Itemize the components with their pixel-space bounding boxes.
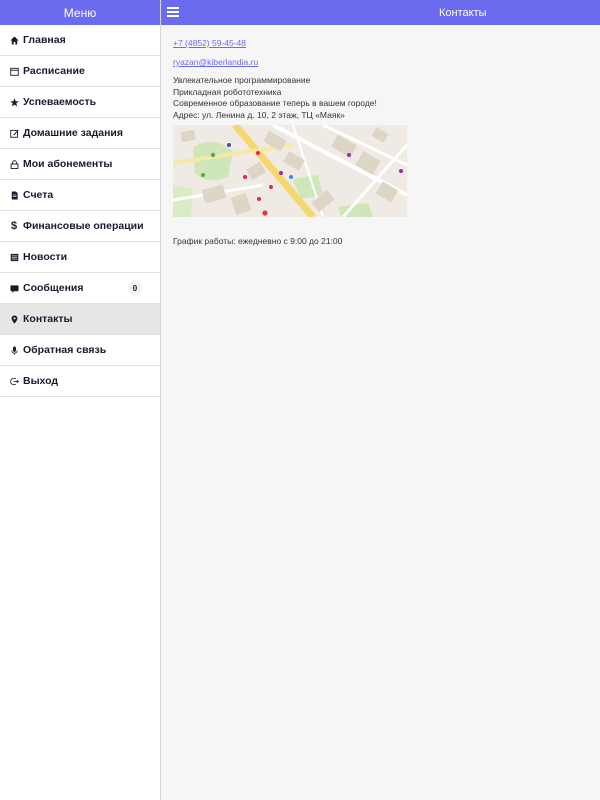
- location-icon: [8, 313, 20, 325]
- sidebar-item-label: Успеваемость: [23, 96, 97, 108]
- star-icon: [8, 96, 20, 108]
- sidebar-item-label: Обратная связь: [23, 344, 107, 356]
- phone-link[interactable]: +7 (4852) 59-45-48: [173, 38, 573, 48]
- sidebar-item-label: Выход: [23, 375, 59, 387]
- sidebar-item-progress[interactable]: Успеваемость: [0, 87, 160, 118]
- messages-count-badge: 0: [128, 281, 142, 295]
- address-line: Адрес: ул. Ленина д. 10, 2 этаж, ТЦ «Мая…: [173, 109, 345, 120]
- schedule-text: График работы: ежедневно с 9:00 до 21:00: [173, 236, 343, 246]
- page-title: Контакты: [439, 7, 487, 19]
- contacts-content: +7 (4852) 59-45-48 ryazan@kiberlandia.ru…: [173, 38, 573, 121]
- sidebar-item-label: Мои абонементы: [23, 158, 113, 170]
- sidebar-item-label: Домашние задания: [23, 127, 124, 139]
- sidebar-item-label: Расписание: [23, 65, 85, 77]
- document-icon: [8, 189, 20, 201]
- main-header: [161, 0, 600, 25]
- message-icon: [8, 282, 20, 294]
- sidebar-item-label: Главная: [23, 34, 66, 46]
- sidebar-item-feedback[interactable]: Обратная связь: [0, 335, 160, 366]
- hamburger-menu-icon[interactable]: [167, 7, 179, 17]
- sidebar-item-label: Финансовые операции: [23, 220, 144, 232]
- sidebar-item-news[interactable]: Новости: [0, 242, 160, 273]
- sidebar-item-label: Сообщения: [23, 282, 84, 294]
- lock-icon: [8, 158, 20, 170]
- sidebar-header: Меню: [0, 0, 160, 25]
- description-lines: Увлекательное программирование Прикладна…: [173, 75, 573, 121]
- sidebar-item-contacts[interactable]: Контакты: [0, 304, 160, 335]
- location-map[interactable]: [173, 125, 407, 217]
- sidebar-item-label: Контакты: [23, 313, 73, 325]
- description-line: Прикладная робототехника: [173, 86, 282, 97]
- description-line: Современное образование теперь в вашем г…: [173, 98, 377, 108]
- sidebar-item-label: Счета: [23, 189, 54, 201]
- home-icon: [8, 34, 20, 46]
- sidebar: Меню Главная Расписание Успеваемость Дом…: [0, 0, 161, 800]
- sidebar-item-home[interactable]: Главная: [0, 25, 160, 56]
- description-line: Увлекательное программирование: [173, 75, 311, 85]
- microphone-icon: [8, 344, 20, 356]
- sidebar-item-schedule[interactable]: Расписание: [0, 56, 160, 87]
- calendar-icon: [8, 65, 20, 77]
- sidebar-item-finance[interactable]: $ Финансовые операции: [0, 211, 160, 242]
- edit-icon: [8, 127, 20, 139]
- email-link[interactable]: ryazan@kiberlandia.ru: [173, 57, 573, 67]
- news-icon: [8, 251, 20, 263]
- sidebar-item-homework[interactable]: Домашние задания: [0, 118, 160, 149]
- sidebar-item-subscriptions[interactable]: Мои абонементы: [0, 149, 160, 180]
- sidebar-item-logout[interactable]: Выход: [0, 366, 160, 397]
- sidebar-item-label: Новости: [23, 251, 68, 263]
- sidebar-item-messages[interactable]: Сообщения 0: [0, 273, 160, 304]
- sidebar-item-invoices[interactable]: Счета: [0, 180, 160, 211]
- logout-icon: [8, 375, 20, 387]
- dollar-icon: $: [10, 220, 18, 232]
- sidebar-title: Меню: [63, 5, 97, 20]
